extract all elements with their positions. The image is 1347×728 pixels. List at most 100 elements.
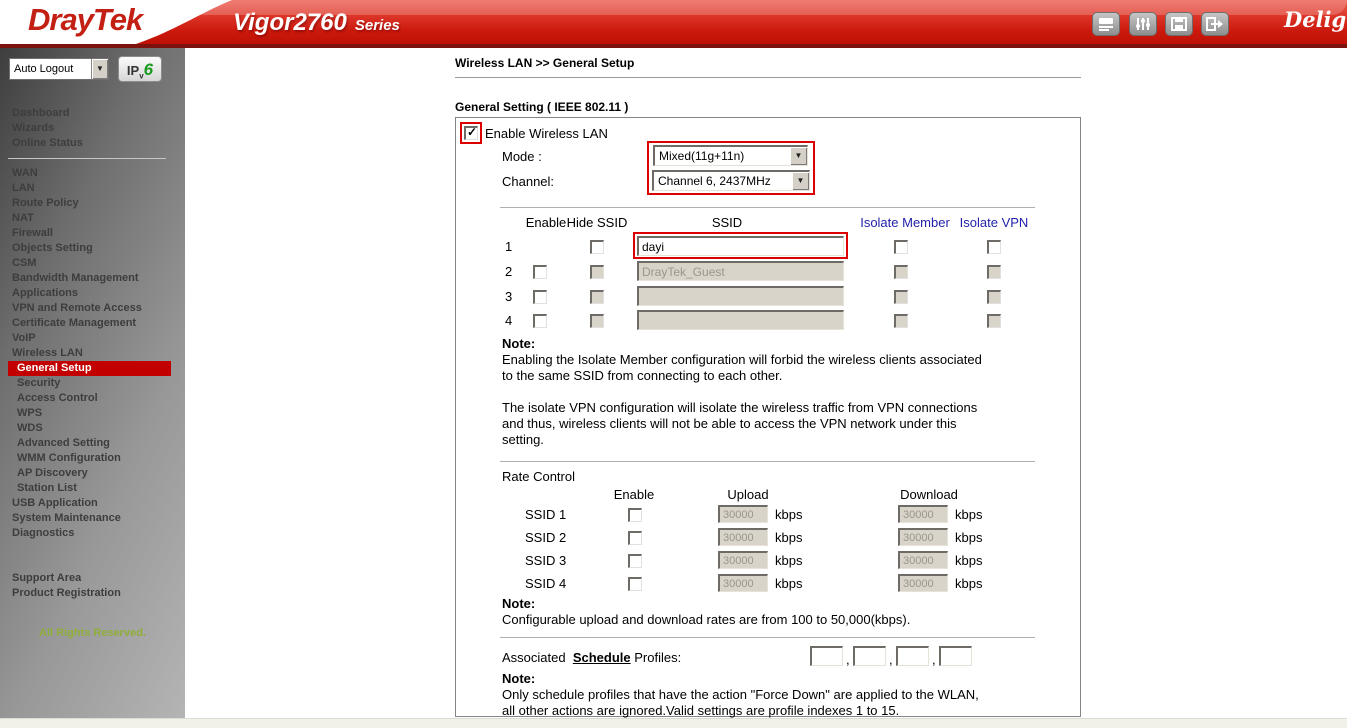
note2-title: Note:	[502, 596, 535, 611]
hide-ssid-checkbox-1[interactable]	[590, 240, 604, 254]
kbps-unit: kbps	[955, 576, 982, 591]
logout-icon[interactable]	[1201, 12, 1229, 36]
sidebar-controls: Auto Logout ▼ IPv6	[9, 58, 162, 82]
schedule-separator: ,	[846, 652, 850, 667]
box-divider-1	[500, 207, 1035, 208]
hide-ssid-checkbox-3	[590, 290, 604, 304]
ssid-input-4	[637, 310, 844, 330]
schedule-suffix: Profiles:	[634, 650, 681, 665]
menu-divider	[8, 158, 166, 159]
sidebar-item-firewall[interactable]: Firewall	[0, 226, 185, 241]
chevron-down-icon[interactable]: ▼	[790, 147, 807, 165]
sidebar-item-wizards[interactable]: Wizards	[0, 121, 185, 136]
note1-line: The isolate VPN configuration will isola…	[502, 400, 977, 415]
schedule-profile-input-1[interactable]	[810, 646, 843, 666]
panels-icon[interactable]	[1092, 12, 1120, 36]
box-divider-3	[500, 637, 1035, 638]
ipv6-text: IP	[127, 63, 139, 78]
panels-icon-glyph	[1098, 17, 1114, 31]
channel-value: Channel 6, 2437MHz	[658, 174, 771, 188]
schedule-link[interactable]: Schedule	[573, 650, 631, 665]
sidebar-item-vpn-remote-access[interactable]: VPN and Remote Access	[0, 301, 185, 316]
sidebar-item-diagnostics[interactable]: Diagnostics	[0, 526, 185, 541]
rate-enable-checkbox-1[interactable]	[628, 508, 642, 522]
sidebar-item-security[interactable]: Security	[0, 376, 185, 391]
header-banner: DrayTek Vigor2760Series Del	[0, 0, 1347, 44]
upload-input-2	[718, 528, 768, 546]
horizontal-scrollbar[interactable]	[0, 718, 1347, 728]
sidebar-item-support-area[interactable]: Support Area	[0, 571, 185, 586]
sidebar-item-advanced-setting[interactable]: Advanced Setting	[0, 436, 185, 451]
sidebar-item-product-registration[interactable]: Product Registration	[0, 586, 185, 601]
rate-enable-checkbox-4[interactable]	[628, 577, 642, 591]
sidebar-item-usb-application[interactable]: USB Application	[0, 496, 185, 511]
save-icon[interactable]	[1165, 12, 1193, 36]
sidebar-item-bandwidth-management[interactable]: Bandwidth Management	[0, 271, 185, 286]
rate-enable-checkbox-3[interactable]	[628, 554, 642, 568]
sidebar-item-wan[interactable]: WAN	[0, 166, 185, 181]
rate-row-label: SSID 1	[525, 507, 566, 522]
sliders-icon[interactable]	[1129, 12, 1157, 36]
rate-col-download: Download	[900, 487, 958, 502]
sidebar-item-csm[interactable]: CSM	[0, 256, 185, 271]
schedule-profile-input-2[interactable]	[853, 646, 886, 666]
sidebar-item-wps[interactable]: WPS	[0, 406, 185, 421]
sidebar-item-system-maintenance[interactable]: System Maintenance	[0, 511, 185, 526]
copyright-text: All Rights Reserved.	[0, 627, 185, 639]
breadcrumb: Wireless LAN >> General Setup	[455, 56, 634, 70]
ssid-row-index: 4	[505, 313, 512, 328]
sidebar-item-dashboard[interactable]: Dashboard	[0, 106, 185, 121]
isolate-vpn-checkbox-4	[987, 314, 1001, 328]
isolate-member-checkbox-1[interactable]	[894, 240, 908, 254]
enable-ssid-checkbox-4[interactable]	[533, 314, 547, 328]
channel-select[interactable]: Channel 6, 2437MHz ▼	[652, 170, 810, 191]
kbps-unit: kbps	[955, 553, 982, 568]
auto-logout-select[interactable]: Auto Logout ▼	[9, 58, 109, 80]
note1-line: Enabling the Isolate Member configuratio…	[502, 352, 982, 367]
schedule-profile-input-3[interactable]	[896, 646, 929, 666]
chevron-down-icon[interactable]: ▼	[792, 172, 809, 190]
sidebar-item-ap-discovery[interactable]: AP Discovery	[0, 466, 185, 481]
sidebar-item-station-list[interactable]: Station List	[0, 481, 185, 496]
ssid-row-index: 3	[505, 289, 512, 304]
sidebar-item-voip[interactable]: VoIP	[0, 331, 185, 346]
rate-enable-checkbox-2[interactable]	[628, 531, 642, 545]
sidebar-item-applications[interactable]: Applications	[0, 286, 185, 301]
sidebar-item-wds[interactable]: WDS	[0, 421, 185, 436]
sidebar-item-objects-setting[interactable]: Objects Setting	[0, 241, 185, 256]
menu-spacer	[0, 541, 185, 571]
kbps-unit: kbps	[775, 553, 802, 568]
ssid-input-1[interactable]	[637, 236, 844, 256]
product-title: Vigor2760Series	[233, 9, 400, 37]
schedule-separator: ,	[889, 652, 893, 667]
sidebar-item-wireless-lan[interactable]: Wireless LAN	[0, 346, 185, 361]
enable-ssid-checkbox-3[interactable]	[533, 290, 547, 304]
ipv6-button[interactable]: IPv6	[118, 56, 162, 82]
ipv6-num: 6	[144, 60, 153, 79]
sidebar-item-certificate-management[interactable]: Certificate Management	[0, 316, 185, 331]
product-series: Series	[355, 17, 400, 34]
ssid-col-ssid: SSID	[712, 215, 742, 230]
sidebar-item-route-policy[interactable]: Route Policy	[0, 196, 185, 211]
rate-row-label: SSID 2	[525, 530, 566, 545]
schedule-profile-input-4[interactable]	[939, 646, 972, 666]
sidebar-item-access-control[interactable]: Access Control	[0, 391, 185, 406]
main-content: Wireless LAN >> General Setup General Se…	[185, 48, 1347, 728]
schedule-separator: ,	[932, 652, 936, 667]
isolate-vpn-checkbox-1[interactable]	[987, 240, 1001, 254]
enable-ssid-checkbox-2[interactable]	[533, 265, 547, 279]
enable-wireless-lan-checkbox[interactable]	[464, 126, 478, 140]
note1-line: to the same SSID from connecting to each…	[502, 368, 782, 383]
rate-row-label: SSID 4	[525, 576, 566, 591]
ssid-row-index: 2	[505, 264, 512, 279]
sidebar-item-online-status[interactable]: Online Status	[0, 136, 185, 151]
ssid-col-isolate-member: Isolate Member	[860, 215, 950, 230]
mode-select[interactable]: Mixed(11g+11n) ▼	[653, 145, 808, 166]
download-input-3	[898, 551, 948, 569]
download-input-2	[898, 528, 948, 546]
sidebar-item-general-setup[interactable]: General Setup	[8, 361, 171, 376]
sidebar-item-lan[interactable]: LAN	[0, 181, 185, 196]
sidebar-item-wmm-configuration[interactable]: WMM Configuration	[0, 451, 185, 466]
chevron-down-icon[interactable]: ▼	[91, 59, 108, 79]
sidebar-item-nat[interactable]: NAT	[0, 211, 185, 226]
